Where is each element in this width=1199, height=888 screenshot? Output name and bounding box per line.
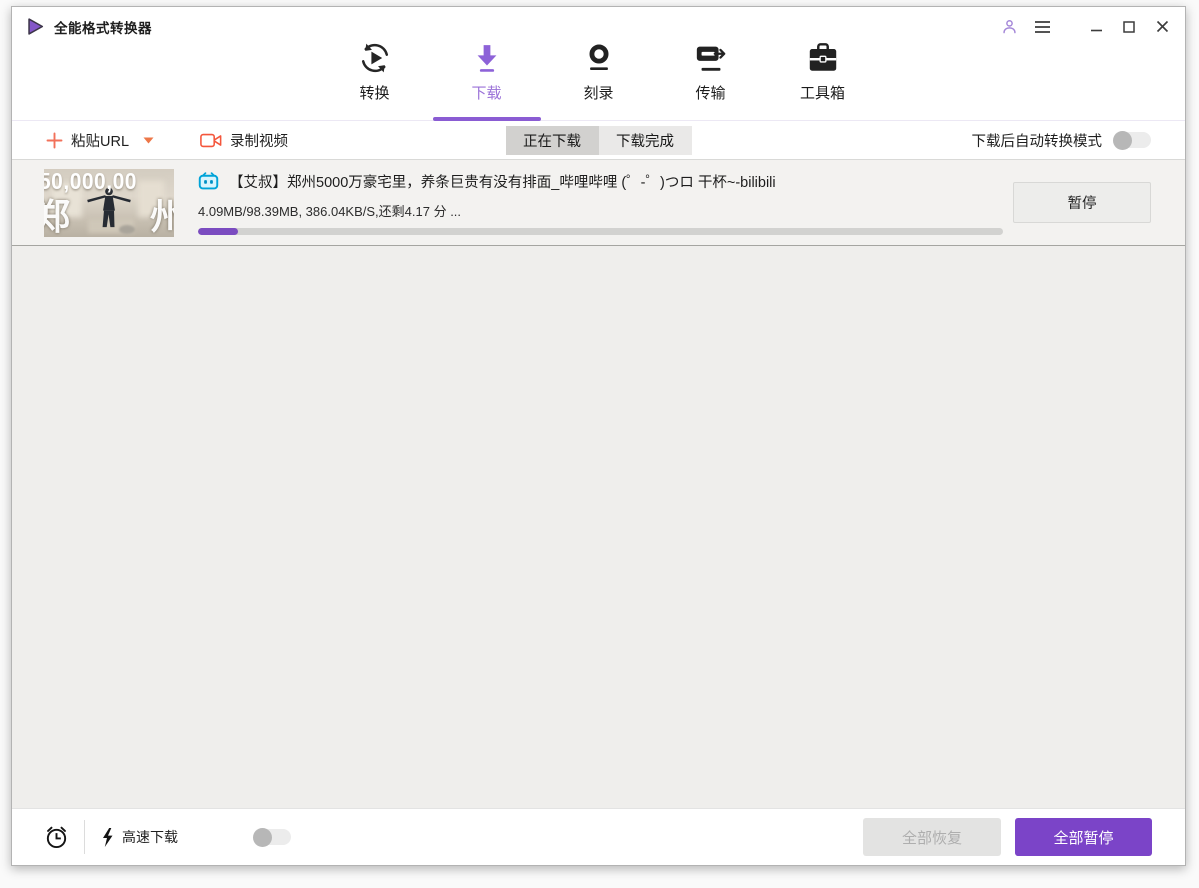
tab-label: 下载	[471, 85, 502, 102]
thumbnail-left-glyph: 郑	[44, 195, 71, 237]
video-thumbnail: 50,000,00 郑 州	[44, 168, 174, 237]
app-logo-icon	[26, 17, 45, 36]
camera-icon	[200, 132, 222, 149]
thumbnail-right-glyph: 州	[149, 195, 174, 237]
tab-download-finished[interactable]: 下载完成	[598, 125, 692, 155]
progress-bar	[198, 227, 1003, 235]
tab-convert[interactable]: 转换	[334, 41, 416, 120]
burn-icon	[583, 41, 615, 75]
tab-label: 转换	[359, 85, 390, 102]
progress-fill	[198, 227, 239, 235]
download-stats: 4.09MB/98.39MB, 386.04KB/S,还剩4.17 分 ...	[198, 203, 462, 219]
thumbnail-price-text: 50,000,00	[44, 168, 137, 195]
dog-blob	[119, 224, 136, 234]
tab-downloading[interactable]: 正在下载	[505, 125, 599, 155]
app-title: 全能格式转换器	[54, 20, 152, 36]
paste-url-button[interactable]: 粘贴URL	[46, 130, 154, 151]
footer-bar: 高速下载 全部恢复 全部暂停	[12, 808, 1185, 865]
download-icon	[471, 41, 503, 75]
download-toolbar: 粘贴URL 录制视频 正在下载 下载完成 下载后自动转换模式	[12, 121, 1185, 160]
plus-icon	[46, 132, 63, 149]
titlebar[interactable]: 全能格式转换器	[12, 7, 1185, 37]
auto-convert-label: 下载后自动转换模式	[971, 133, 1103, 150]
tab-label: 工具箱	[799, 85, 845, 102]
caret-down-icon	[143, 137, 154, 144]
tab-label: 传输	[695, 85, 726, 102]
app-window: 全能格式转换器 转换 下载 刻录 传输 工具箱 粘贴URL 录制视频 正在下载 …	[11, 6, 1186, 866]
convert-icon	[358, 41, 392, 75]
tab-transfer[interactable]: 传输	[670, 41, 752, 120]
app-header: 全能格式转换器 转换 下载 刻录 传输 工具箱	[12, 7, 1185, 121]
divider	[84, 820, 85, 854]
record-video-button[interactable]: 录制视频	[200, 130, 288, 151]
download-item-row[interactable]: 50,000,00 郑 州 【艾叔】郑州5000万豪宅里，养条巨贵有没有排面_哔…	[12, 160, 1185, 246]
account-icon[interactable]	[1000, 18, 1018, 36]
download-filter-tabs: 正在下载 下载完成	[505, 125, 692, 155]
download-info: 【艾叔】郑州5000万豪宅里，养条巨贵有没有排面_哔哩哔哩 (゜-゜)つロ 干杯…	[198, 171, 1003, 235]
minimize-icon[interactable]	[1087, 18, 1105, 36]
pause-button[interactable]: 暂停	[1013, 182, 1151, 223]
close-icon[interactable]	[1153, 18, 1171, 36]
toolbox-icon	[806, 41, 840, 75]
bilibili-icon	[198, 172, 219, 190]
pause-all-button[interactable]: 全部暂停	[1015, 818, 1152, 856]
toggle-knob	[1113, 130, 1132, 150]
menu-icon[interactable]	[1033, 18, 1051, 36]
main-nav: 转换 下载 刻录 传输 工具箱	[12, 37, 1185, 120]
download-list: 50,000,00 郑 州 【艾叔】郑州5000万豪宅里，养条巨贵有没有排面_哔…	[12, 160, 1185, 808]
tab-toolbox[interactable]: 工具箱	[782, 41, 864, 120]
schedule-alarm-icon[interactable]	[44, 824, 69, 850]
maximize-icon[interactable]	[1120, 18, 1138, 36]
window-controls	[1000, 18, 1171, 36]
record-video-label: 录制视频	[230, 133, 289, 150]
video-title: 【艾叔】郑州5000万豪宅里，养条巨贵有没有排面_哔哩哔哩 (゜-゜)つロ 干杯…	[229, 174, 776, 191]
tab-label: 刻录	[583, 85, 614, 102]
high-speed-label: 高速下载	[122, 829, 178, 845]
transfer-icon	[694, 41, 728, 75]
tab-download[interactable]: 下载	[446, 41, 528, 120]
auto-convert-toggle[interactable]	[1113, 130, 1151, 150]
toggle-knob	[253, 827, 272, 847]
lightning-icon	[101, 827, 114, 848]
high-speed-toggle[interactable]	[253, 827, 291, 847]
tab-burn[interactable]: 刻录	[558, 41, 640, 120]
paste-url-label: 粘贴URL	[71, 133, 130, 150]
resume-all-button[interactable]: 全部恢复	[863, 818, 1001, 856]
